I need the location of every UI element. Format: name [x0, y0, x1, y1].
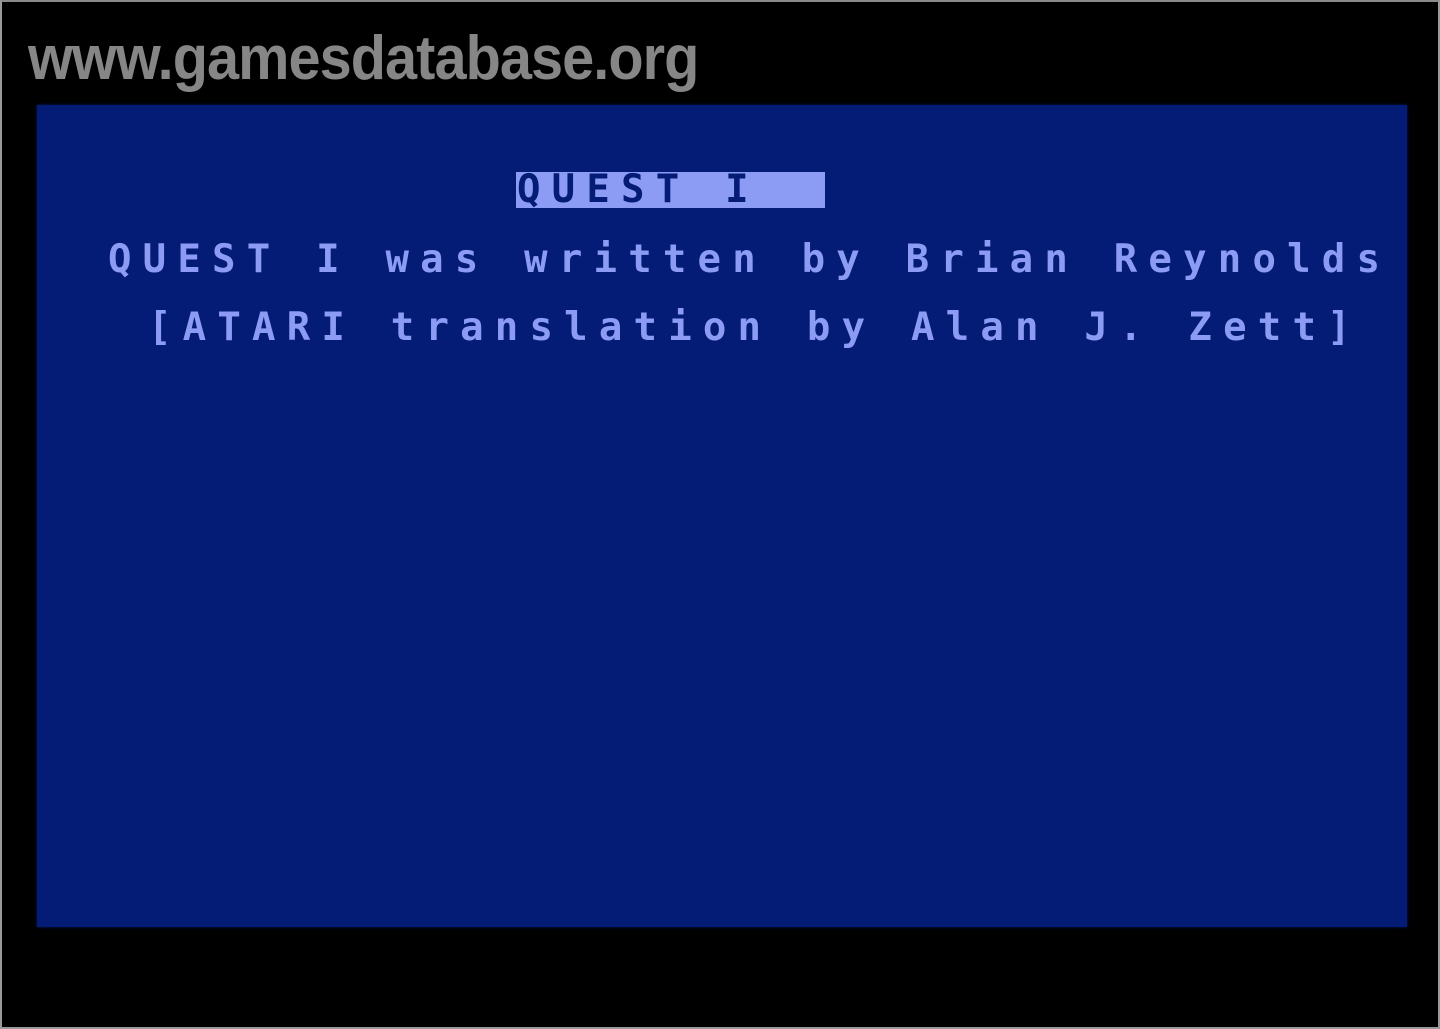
atari-screen — [37, 105, 1407, 927]
credit-line-author: QUEST I was written by Brian Reynolds — [108, 237, 1392, 282]
game-screenshot-frame: { "watermark": { "text": "www.gamesdatab… — [0, 0, 1440, 1029]
game-title: QUEST I — [517, 167, 760, 212]
watermark-text: www.gamesdatabase.org — [28, 24, 699, 93]
credit-line-translation: [ATARI translation by Alan J. Zett] — [148, 305, 1362, 350]
